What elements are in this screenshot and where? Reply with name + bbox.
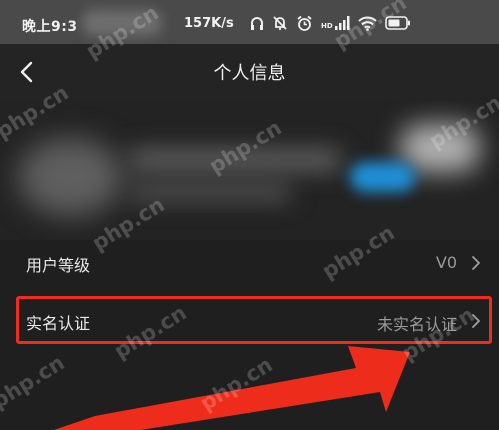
- user-level-value: V0: [435, 253, 457, 272]
- network-type: HD: [321, 22, 333, 30]
- blurred-action-button: [350, 162, 415, 192]
- profile-header[interactable]: [0, 100, 499, 240]
- watermark: php.cn: [0, 350, 69, 414]
- status-time: 晚上9:3: [22, 19, 78, 35]
- navigation-bar: 个人信息: [0, 44, 499, 100]
- watermark: php.cn: [195, 352, 277, 416]
- mute-bell-icon: [272, 15, 288, 31]
- network-speed: 157K/s: [184, 16, 234, 31]
- page-title: 个人信息: [213, 63, 286, 84]
- avatar: [18, 138, 123, 216]
- headphone-icon: [250, 15, 264, 31]
- user-level-label: 用户等级: [26, 256, 91, 275]
- chevron-right-icon: [472, 256, 480, 270]
- user-level-row[interactable]: 用户等级 V0: [0, 234, 499, 292]
- status-bar: 晚上9:3 157K/s HD: [0, 0, 499, 44]
- alarm-icon: [296, 15, 313, 32]
